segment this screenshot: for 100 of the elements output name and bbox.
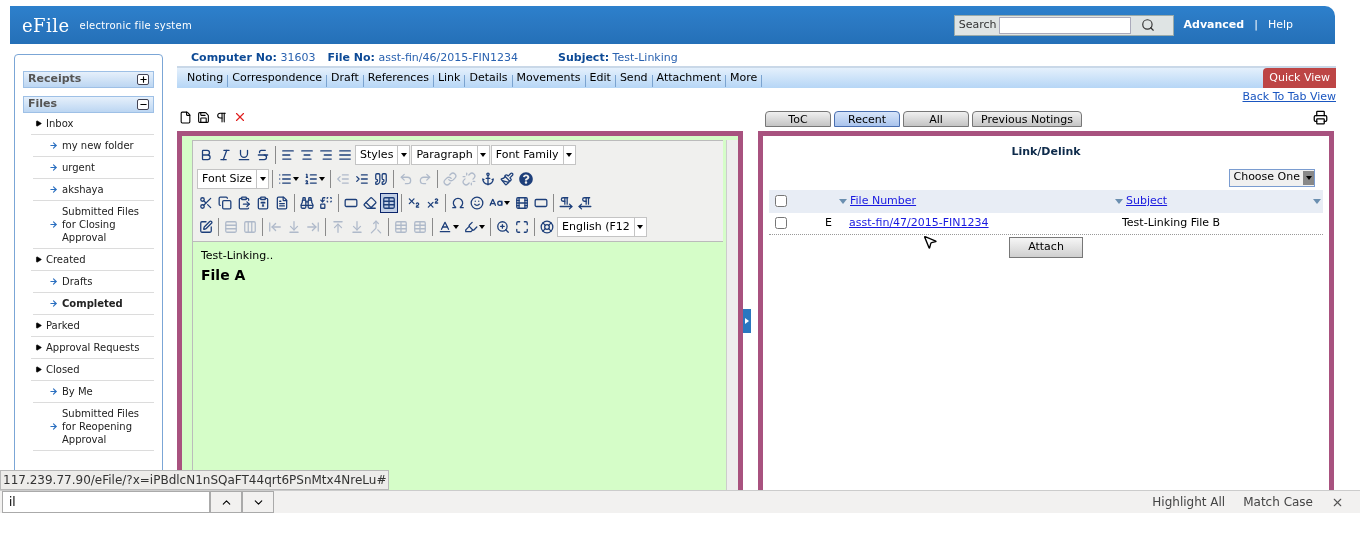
table-icon [382, 196, 396, 210]
arrow-icon [49, 185, 58, 194]
header-link[interactable]: Advanced [1183, 16, 1245, 34]
undo-icon [399, 172, 414, 186]
triangle-icon [35, 256, 42, 263]
pilcrow-icon[interactable] [215, 110, 228, 124]
sort-icon[interactable] [1115, 198, 1123, 204]
search-label: Search [958, 16, 997, 33]
file-number-link[interactable]: asst-fin/47/2015-FIN1234 [849, 214, 1122, 232]
bold-icon [199, 148, 213, 162]
folder-item[interactable]: Parked [31, 315, 154, 337]
find-option[interactable]: Highlight All [1152, 493, 1226, 511]
quick-view-button[interactable]: Quick View [1263, 68, 1336, 88]
attach-button[interactable]: Attach [1009, 236, 1083, 258]
section-header[interactable]: Files [23, 96, 154, 113]
arrow-right-icon [306, 220, 320, 234]
view-tab[interactable]: Recent [834, 111, 900, 127]
row-checkbox[interactable] [775, 217, 787, 229]
column-header[interactable]: File Number [850, 192, 1115, 210]
folder-item[interactable]: By Me [33, 381, 154, 403]
maximize-icon [515, 220, 529, 234]
folder-item[interactable]: akshaya [33, 179, 154, 201]
menu-tab[interactable]: Draft [327, 69, 363, 87]
link-icon [443, 172, 458, 186]
view-tab[interactable]: Previous Notings [972, 111, 1082, 127]
align-justify-icon [338, 148, 352, 162]
select-all-checkbox[interactable] [775, 195, 787, 207]
collapse-handle[interactable] [743, 309, 751, 333]
expand-icon[interactable] [137, 74, 149, 85]
filter-select[interactable]: Choose One [1229, 168, 1315, 187]
folder-item[interactable]: Inbox [31, 113, 154, 135]
menu-tab[interactable]: Correspondence [228, 69, 327, 87]
section-header[interactable]: Receipts [23, 71, 154, 88]
menu-tab[interactable]: Noting [183, 69, 228, 87]
edit-table-icon [199, 220, 213, 234]
arrow-left-icon [268, 220, 282, 234]
triangle-icon [35, 120, 42, 127]
arrow-icon [49, 220, 58, 229]
table-icon [413, 220, 427, 234]
view-tab[interactable]: ToC [765, 111, 831, 127]
folder-item[interactable]: Completed [33, 293, 154, 315]
folder-item[interactable]: Created [31, 249, 154, 271]
toolbar-select[interactable]: Font Size [197, 169, 270, 189]
menu-tab[interactable]: Attachment [652, 69, 726, 87]
logo: eFile [22, 13, 70, 38]
scrollbar[interactable] [726, 140, 738, 490]
folder-item[interactable]: urgent [33, 157, 154, 179]
paste-text-icon [256, 196, 270, 210]
mouse-cursor [922, 234, 938, 250]
folder-item[interactable]: my new folder [33, 135, 154, 157]
folder-item[interactable]: Closed [31, 359, 154, 381]
editor-heading: File A [201, 265, 247, 285]
folder-item[interactable]: Approval Requests [31, 337, 154, 359]
print-icon[interactable] [1313, 109, 1328, 125]
toolbar-select[interactable]: Paragraph [411, 145, 490, 165]
find-field[interactable]: il [2, 491, 210, 513]
back-link[interactable]: Back To Tab View [1242, 89, 1336, 103]
folder-item[interactable]: Submitted Files for Reopening Approval [33, 403, 154, 451]
outdent-icon [336, 172, 351, 186]
editor-paragraph: Test-Linking.. [201, 248, 275, 264]
search-icon[interactable] [1140, 18, 1155, 32]
arrow-icon [49, 422, 58, 431]
arrow-icon [49, 163, 58, 172]
help-button[interactable] [517, 169, 536, 189]
redo-icon [418, 172, 433, 186]
align-center-icon [300, 148, 314, 162]
sort-icon[interactable] [1313, 198, 1321, 204]
sort-icon[interactable] [839, 198, 847, 204]
menu-tab[interactable]: Send [615, 69, 652, 87]
header-link[interactable]: Help [1267, 16, 1293, 34]
folder-item[interactable]: Submitted Files for Closing Approval [33, 201, 154, 249]
binoculars-icon [300, 196, 314, 210]
lifebuoy-icon [540, 220, 554, 234]
toolbar-select[interactable]: Font Family [490, 145, 576, 165]
save-icon[interactable] [197, 110, 210, 124]
italic-icon [218, 148, 232, 162]
subject-cell-text: Test-Linking File B [1122, 214, 1221, 231]
find-option[interactable]: Match Case [1243, 493, 1313, 511]
search-field[interactable] [998, 16, 1131, 34]
rectangle-icon [534, 196, 548, 210]
text-color-icon [438, 220, 452, 234]
file-info: Computer No: 31603 [191, 50, 316, 64]
menu-tab[interactable]: References [363, 69, 433, 87]
collapse-icon[interactable] [137, 99, 149, 110]
highlighter-icon [464, 220, 478, 234]
menu-tab[interactable]: More [726, 69, 762, 87]
type-cell-text: E [825, 214, 833, 231]
table-button[interactable] [380, 193, 398, 213]
column-header[interactable]: Subject [1126, 192, 1313, 210]
menu-tab[interactable]: Details [465, 69, 512, 87]
menu-tab[interactable]: Movements [512, 69, 585, 87]
new-document-icon[interactable] [179, 110, 192, 124]
menu-tab[interactable]: Edit [585, 69, 615, 87]
close-icon[interactable] [233, 110, 247, 124]
view-tab[interactable]: All [903, 111, 969, 127]
menu-tab[interactable]: Link [433, 69, 465, 87]
folder-item[interactable]: Drafts [33, 271, 154, 293]
numbered-list-icon [304, 172, 319, 186]
toolbar-select[interactable]: Styles [355, 145, 411, 165]
toolbar-select[interactable]: English (F12 [557, 217, 647, 237]
